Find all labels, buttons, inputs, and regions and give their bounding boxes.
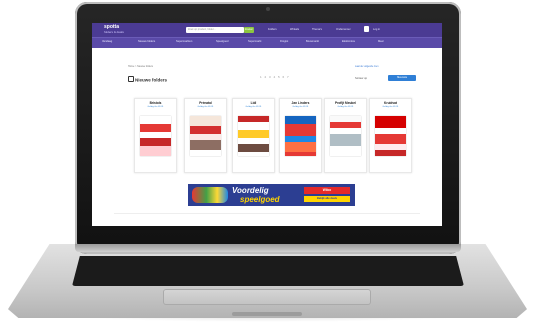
next-page-link[interactable]: Laat de volgende zien xyxy=(355,65,378,68)
header-link-winkels[interactable]: Winkels xyxy=(290,28,299,31)
nav-item[interactable]: Meer xyxy=(378,40,384,43)
laptop-lip xyxy=(232,312,302,316)
nav-item[interactable]: Vandaag xyxy=(102,40,112,43)
folder-card[interactable]: Lidl Geldig t/m 01/01 xyxy=(232,98,275,173)
banner-subtitle: speelgoed xyxy=(240,195,280,204)
folder-thumbnail xyxy=(285,116,316,156)
store-name: Kruidvat xyxy=(384,101,397,105)
folder-card[interactable]: Prénatal Geldig t/m 01/01 xyxy=(184,98,227,173)
breadcrumb[interactable]: Home > Nieuwe folders xyxy=(128,65,153,68)
valid-date: Geldig t/m 01/01 xyxy=(197,106,214,108)
valid-date: Geldig t/m 01/01 xyxy=(382,106,399,108)
folder-thumbnail xyxy=(375,116,406,156)
pagination[interactable]: 1 2 3 4 5 6 7 xyxy=(260,75,290,79)
store-name: Lidl xyxy=(250,101,257,105)
browser-screen: spotta folders & deals Zoek op product, … xyxy=(92,23,442,226)
page-title: Nieuwe folders xyxy=(128,76,167,83)
store-name: Jan Linders xyxy=(291,101,310,105)
search-button[interactable]: Zoeken xyxy=(244,27,254,33)
folder-icon xyxy=(128,76,134,82)
store-name: Prénatal xyxy=(199,101,212,105)
folder-thumbnail xyxy=(190,116,221,156)
folder-card[interactable]: Jan Linders Geldig t/m 01/01 xyxy=(279,98,322,173)
site-header: spotta folders & deals Zoek op product, … xyxy=(92,23,442,37)
folder-card[interactable]: Profijt Meubel Geldig t/m 01/01 xyxy=(324,98,367,173)
folder-thumbnail xyxy=(238,116,269,156)
store-name: Profijt Meubel xyxy=(334,101,357,105)
content-divider xyxy=(114,213,420,224)
laptop-hinge xyxy=(75,244,461,252)
folder-thumbnail xyxy=(140,116,171,156)
header-link-ondernemer[interactable]: Ondernemer xyxy=(336,28,351,31)
nav-item[interactable]: Nieuwe folders xyxy=(138,40,155,43)
header-link-folders[interactable]: Folders xyxy=(268,28,277,31)
sort-label: Sorteer op xyxy=(355,77,368,80)
nav-item[interactable]: Supermarkten xyxy=(176,40,192,43)
banner-title: Voordelig xyxy=(232,186,269,195)
site-logo[interactable]: spotta folders & deals xyxy=(104,25,124,35)
toys-image xyxy=(192,187,228,203)
nav-item[interactable]: Bouwmarkt xyxy=(306,40,319,43)
promo-banner[interactable]: Voordelig speelgoed Wilco Bekijk alle de… xyxy=(188,184,355,206)
nav-item[interactable]: Supermarkt xyxy=(248,40,261,43)
nav-item[interactable]: Speelgoed xyxy=(216,40,228,43)
keyboard xyxy=(72,256,464,286)
page-title-text: Nieuwe folders xyxy=(135,77,168,83)
webcam-icon xyxy=(266,7,270,11)
nav-item[interactable]: Drogist xyxy=(280,40,288,43)
bag-icon[interactable] xyxy=(364,26,369,32)
banner-store-tag: Wilco xyxy=(304,187,350,194)
login-link[interactable]: Log in xyxy=(373,28,380,31)
folder-card[interactable]: Bristols Geldig t/m 01/01 xyxy=(134,98,177,173)
folder-thumbnail xyxy=(330,116,361,156)
header-link-themas[interactable]: Thema's xyxy=(312,28,322,31)
trackpad xyxy=(163,289,371,305)
banner-cta-button[interactable]: Bekijk alle deals xyxy=(304,196,350,202)
store-name: Bristols xyxy=(149,101,162,105)
valid-date: Geldig t/m 01/01 xyxy=(147,106,164,108)
search-input[interactable]: Zoek op product, folder... xyxy=(186,27,244,33)
nav-item[interactable]: Elektronica xyxy=(342,40,355,43)
sort-select[interactable]: Nieuwste xyxy=(388,75,416,81)
logo-subtitle: folders & deals xyxy=(104,30,124,34)
valid-date: Geldig t/m 01/01 xyxy=(245,106,262,108)
folder-card[interactable]: Kruidvat Geldig t/m 01/01 xyxy=(369,98,412,173)
valid-date: Geldig t/m 01/01 xyxy=(292,106,309,108)
valid-date: Geldig t/m 01/01 xyxy=(337,106,354,108)
